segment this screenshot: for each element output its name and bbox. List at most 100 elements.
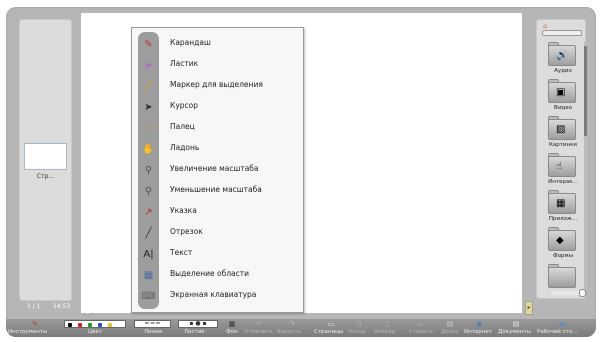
line-button[interactable]: ━ ━ ━ Линия xyxy=(134,319,171,337)
gallery-folder-label: Видео xyxy=(554,105,572,111)
background-icon: ▦ xyxy=(228,320,236,328)
gallery-path-bar[interactable] xyxy=(542,30,582,36)
documents-button[interactable]: ▤ Документы xyxy=(498,319,534,337)
desktop-label: Рабочий сто... xyxy=(537,329,578,335)
gallery-folder[interactable]: ☝ xyxy=(548,153,578,177)
tool-menu-item[interactable]: ☝ Палец xyxy=(132,118,305,139)
color-swatch-blue[interactable] xyxy=(98,323,102,327)
back-page-icon: ▯ xyxy=(357,320,361,328)
desktop-button[interactable]: ▬ Рабочий сто... xyxy=(537,319,595,337)
color-swatch-red[interactable] xyxy=(78,323,82,327)
color-swatch-green[interactable] xyxy=(88,323,92,327)
tool-menu-item[interactable]: ╱ Отрезок xyxy=(132,223,305,244)
whiteboard-canvas[interactable]: ✎ Карандаш ▰ Ластик ╱ Маркер для выделения ➤ Ку… xyxy=(81,13,522,313)
tools-label: Инструменты xyxy=(8,329,48,335)
page-sorter-panel: Стр... xyxy=(19,19,72,301)
bottom-toolbar: ✎ Инструменты Цвет ━ ━ ━ Линия ▪ ● ▪ Лас… xyxy=(6,319,596,337)
color-swatch-yellow[interactable] xyxy=(108,323,112,327)
tool-menu-item-label: Экранная клавиатура xyxy=(170,290,257,299)
tool-menu-item[interactable]: ▰ Ластик xyxy=(132,55,305,76)
redo-button[interactable]: ↷ Вернуть xyxy=(277,319,307,337)
internet-button[interactable]: ◉ Интернет xyxy=(464,319,494,337)
line-label: Линия xyxy=(144,329,163,335)
gallery-folder[interactable]: ◆ xyxy=(548,227,578,251)
gallery-zoom-slider-knob[interactable] xyxy=(579,289,586,297)
pencil-icon: ✎ xyxy=(144,39,153,50)
tool-menu-item[interactable]: A| Текст xyxy=(132,244,305,265)
background-button[interactable]: ▦ Фон xyxy=(224,319,240,337)
app-window: Стр... 1 / 1 14:53 ◂ ✎Карандаш▰Ластик╱Ма… xyxy=(6,7,596,337)
home-icon[interactable]: ⌂ xyxy=(543,22,551,30)
gallery-zoom-slider[interactable] xyxy=(551,289,586,297)
gallery-folder-label: Прилож... xyxy=(548,216,578,222)
undo-label: Отменить xyxy=(244,329,273,335)
line-width-selector: ━ ━ ━ xyxy=(134,320,171,328)
gallery-folder[interactable] xyxy=(548,264,578,288)
eraser-label: Ластик xyxy=(184,329,205,335)
gallery-navigation: ⌂ xyxy=(540,22,584,38)
color-label: Цвет xyxy=(88,329,103,335)
tool-menu-item[interactable]: ⚲ Уменьшение масштаба xyxy=(132,181,305,202)
erase-button[interactable]: ▭ Стереть xyxy=(407,319,433,337)
documents-icon: ▤ xyxy=(512,320,520,328)
pages-button[interactable]: ▭ Страницы xyxy=(314,319,344,337)
tool-menu-item[interactable]: ⚲ Увеличение масштаба xyxy=(132,160,305,181)
clock: 14:53 xyxy=(53,303,71,310)
forward-button[interactable]: ▯ Вперед xyxy=(374,319,400,337)
tool-menu-item-label: Увеличение масштаба xyxy=(170,164,259,173)
gallery-folder[interactable]: ▨ xyxy=(548,116,578,140)
back-button[interactable]: ▯ Назад xyxy=(348,319,372,337)
tool-menu-item-label: Ладонь xyxy=(170,143,200,152)
text-icon: A| xyxy=(143,249,154,260)
erase-icon: ▭ xyxy=(416,320,424,328)
folder-icon xyxy=(548,267,576,288)
pen-tool-icon: ✎ xyxy=(32,320,38,328)
redo-icon: ↷ xyxy=(289,320,295,328)
zoom-in-icon: ⚲ xyxy=(144,165,153,176)
collapse-right-panel-button[interactable]: ▸ xyxy=(525,301,533,315)
gallery-folder-label: Формы xyxy=(552,253,574,259)
gallery-folder-label: Аудио xyxy=(554,68,572,74)
tool-menu-item-label: Выделение области xyxy=(170,269,250,278)
background-label: Фон xyxy=(226,329,238,335)
gallery-folder[interactable]: ▣ xyxy=(548,79,578,103)
color-button[interactable]: Цвет xyxy=(64,319,126,337)
gallery-folder[interactable]: ▦ xyxy=(548,190,578,214)
pointer-stick-icon: ↗ xyxy=(144,207,153,218)
interactive-icon: ☝ xyxy=(556,161,563,172)
tool-menu-item-label: Указка xyxy=(170,206,197,215)
tool-menu-item-label: Уменьшение масштаба xyxy=(170,185,262,194)
video-icon: ▣ xyxy=(556,87,566,98)
gallery-folder[interactable]: 🔊 xyxy=(548,42,578,66)
tools-button[interactable]: ✎ Инструменты xyxy=(8,319,58,337)
tool-menu-item[interactable]: ➤ Курсор xyxy=(132,97,305,118)
back-label: Назад xyxy=(348,329,366,335)
redo-label: Вернуть xyxy=(277,329,301,335)
erase-label: Стереть xyxy=(409,329,433,335)
keyboard-icon: ⌨ xyxy=(141,291,156,302)
area-select-icon: ▦ xyxy=(143,270,154,281)
zoom-out-icon: ⚲ xyxy=(144,186,153,197)
tool-menu-item[interactable]: ↗ Указка xyxy=(132,202,305,223)
color-swatch-black[interactable] xyxy=(68,323,72,327)
page-counter: 1 / 1 xyxy=(27,303,41,310)
tool-menu-item-label: Отрезок xyxy=(170,227,203,236)
tool-menu-item[interactable]: ⌨ Экранная клавиатура xyxy=(132,286,305,307)
forward-page-icon: ▯ xyxy=(385,320,389,328)
audio-icon: 🔊 xyxy=(556,50,569,61)
tool-menu-item[interactable]: ✎ Карандаш xyxy=(132,34,305,55)
eraser-size-button[interactable]: ▪ ● ▪ Ластик xyxy=(178,319,218,337)
board-button[interactable]: ▤ Доска xyxy=(439,319,461,337)
desktop-icon: ▬ xyxy=(558,320,566,328)
highlighter-icon: ╱ xyxy=(145,81,152,92)
tool-menu-item[interactable]: ▦ Выделение области xyxy=(132,265,305,286)
undo-button[interactable]: ↶ Отменить xyxy=(244,319,274,337)
tool-menu-item[interactable]: ✋ Ладонь xyxy=(132,139,305,160)
documents-label: Документы xyxy=(498,329,531,335)
forward-label: Вперед xyxy=(374,329,396,335)
page-thumbnail-label: Стр... xyxy=(36,173,55,180)
tool-menu-item[interactable]: ╱ Маркер для выделения xyxy=(132,76,305,97)
gallery-scrollbar-thumb[interactable] xyxy=(584,46,587,136)
page-thumbnail[interactable] xyxy=(24,143,67,170)
tool-menu-item-label: Текст xyxy=(170,248,193,257)
